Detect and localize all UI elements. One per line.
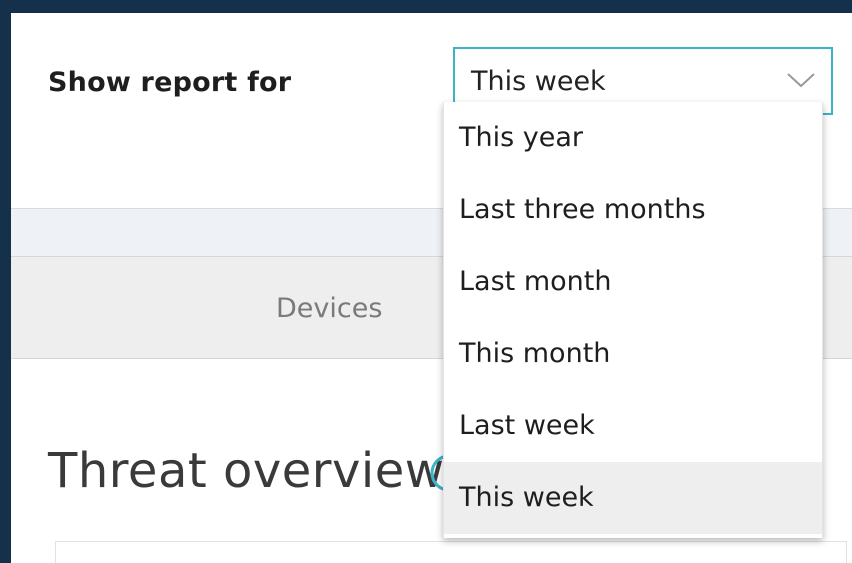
threat-overview-card [55,541,847,563]
option-this-week[interactable]: This week [444,462,822,534]
option-this-year[interactable]: This year [444,102,822,174]
show-report-label: Show report for [48,67,292,98]
report-period-selected-value: This week [471,66,606,97]
option-this-month[interactable]: This month [444,318,822,390]
threat-overview-title: Threat overview [48,443,445,499]
option-last-week[interactable]: Last week [444,390,822,462]
option-last-month[interactable]: Last month [444,246,822,318]
option-last-three-months[interactable]: Last three months [444,174,822,246]
report-period-dropdown: This year Last three months Last month T… [443,102,823,538]
tab-devices[interactable]: Devices [276,293,382,324]
chevron-down-icon [787,73,815,88]
